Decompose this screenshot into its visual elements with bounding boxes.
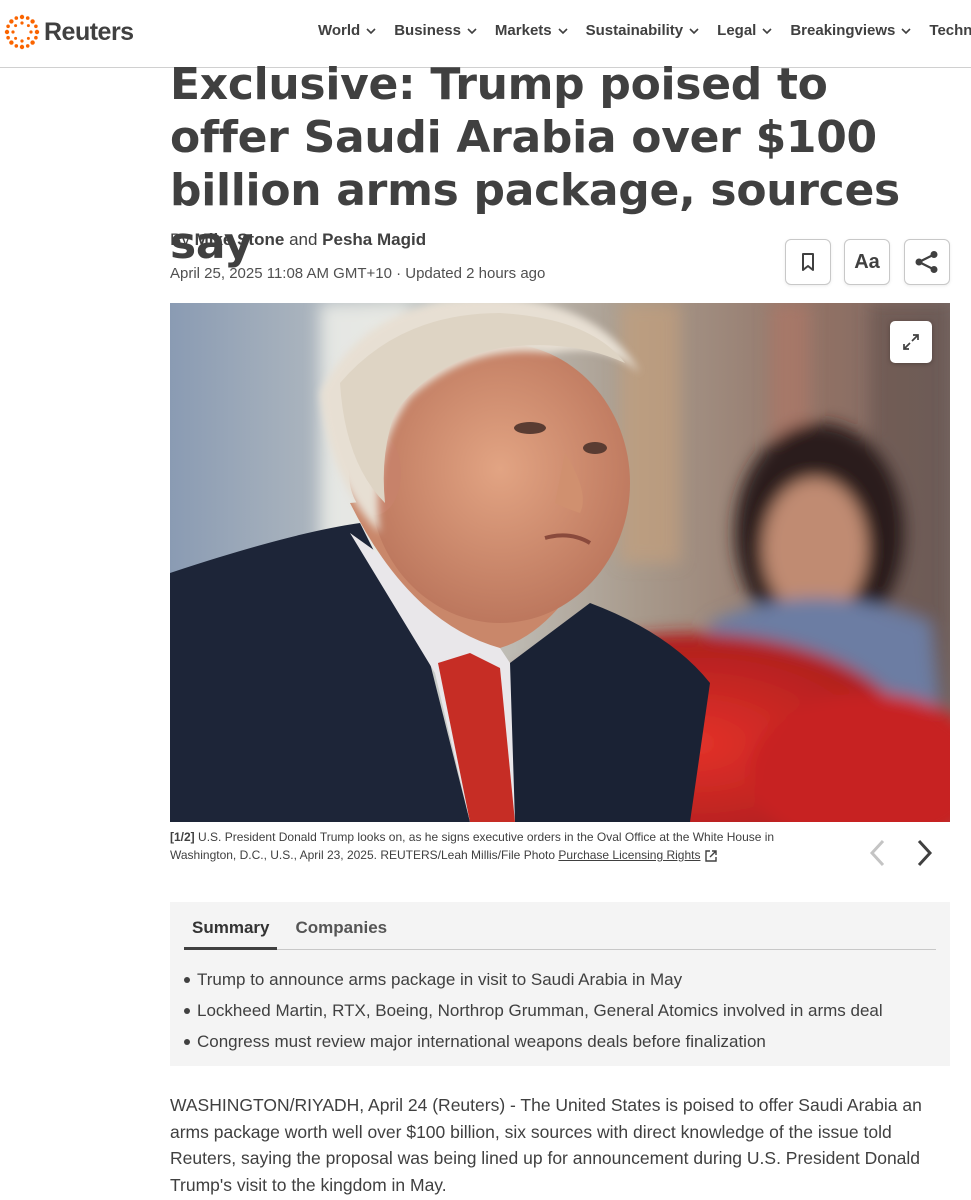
- chevron-left-icon: [869, 839, 885, 867]
- summary-bullet: Congress must review major international…: [197, 1032, 766, 1051]
- article-body-paragraph: WASHINGTON/RIYADH, April 24 (Reuters) - …: [170, 1095, 922, 1195]
- summary-panel: Summary Companies Trump to announce arms…: [170, 902, 950, 1066]
- chevron-down-icon: [901, 27, 911, 34]
- summary-bullet: Trump to announce arms package in visit …: [197, 970, 683, 989]
- chevron-down-icon: [558, 27, 568, 34]
- expand-photo-button[interactable]: [890, 321, 932, 363]
- nav-label: Breakingviews: [790, 22, 896, 39]
- chevron-down-icon: [467, 27, 477, 34]
- article-dateline: April 25, 2025 11:08 AM GMT+10 · Updated…: [170, 265, 546, 282]
- nav-label: Business: [394, 22, 461, 39]
- list-item: Trump to announce arms package in visit …: [184, 964, 883, 995]
- external-link-icon[interactable]: [704, 849, 718, 863]
- nav-item-markets[interactable]: Markets: [495, 22, 568, 39]
- nav-item-technology[interactable]: Technology: [929, 22, 971, 39]
- share-icon: [915, 251, 938, 273]
- photo-caption: [1/2] U.S. President Donald Trump looks …: [170, 828, 810, 864]
- nav-label: Sustainability: [585, 22, 684, 39]
- nav-label: World: [318, 22, 361, 39]
- tab-companies[interactable]: Companies: [287, 902, 395, 950]
- nav-label: Technology: [929, 22, 971, 39]
- nav-item-breakingviews[interactable]: Breakingviews: [790, 22, 911, 39]
- bullet-icon: [184, 976, 190, 983]
- chevron-down-icon: [762, 27, 772, 34]
- photo-image: [170, 303, 950, 822]
- logo-text: Reuters: [44, 17, 134, 46]
- author-link[interactable]: Mike Stone: [195, 230, 285, 249]
- font-size-label: Aa: [854, 250, 880, 273]
- bookmark-icon: [802, 253, 814, 271]
- previous-photo-button[interactable]: [862, 836, 892, 870]
- expand-icon: [903, 334, 919, 350]
- list-item: Congress must review major international…: [184, 1026, 883, 1057]
- photo-index: [1/2]: [170, 830, 195, 844]
- tab-summary[interactable]: Summary: [184, 902, 278, 950]
- chevron-right-icon: [917, 839, 933, 867]
- reuters-logo[interactable]: Reuters: [4, 14, 134, 50]
- article-photo[interactable]: [170, 303, 950, 822]
- reuters-logo-icon: [4, 14, 40, 50]
- byline-prefix: By: [170, 230, 190, 249]
- main-nav: World Business Markets Sustainability Le…: [318, 22, 971, 39]
- nav-item-world[interactable]: World: [318, 22, 376, 39]
- bullet-icon: [184, 1038, 190, 1045]
- byline-and: and: [289, 230, 318, 249]
- nav-label: Markets: [494, 22, 552, 39]
- share-button[interactable]: [904, 239, 950, 285]
- summary-bullet: Lockheed Martin, RTX, Boeing, Northrop G…: [197, 1001, 883, 1020]
- nav-item-business[interactable]: Business: [394, 22, 477, 39]
- chevron-down-icon: [366, 27, 376, 34]
- nav-label: Legal: [717, 22, 757, 39]
- summary-list: Trump to announce arms package in visit …: [184, 964, 883, 1057]
- bookmark-button[interactable]: [785, 239, 831, 285]
- nav-item-sustainability[interactable]: Sustainability: [586, 22, 700, 39]
- next-photo-button[interactable]: [910, 836, 940, 870]
- list-item: Lockheed Martin, RTX, Boeing, Northrop G…: [184, 995, 883, 1026]
- font-size-button[interactable]: Aa: [844, 239, 890, 285]
- author-link[interactable]: Pesha Magid: [322, 230, 426, 249]
- licensing-link[interactable]: Purchase Licensing Rights: [558, 848, 700, 862]
- bullet-icon: [184, 1007, 190, 1014]
- chevron-down-icon: [689, 27, 699, 34]
- byline: By Mike Stone and Pesha Magid: [170, 230, 426, 250]
- nav-item-legal[interactable]: Legal: [717, 22, 772, 39]
- summary-tabs: Summary Companies: [184, 902, 936, 950]
